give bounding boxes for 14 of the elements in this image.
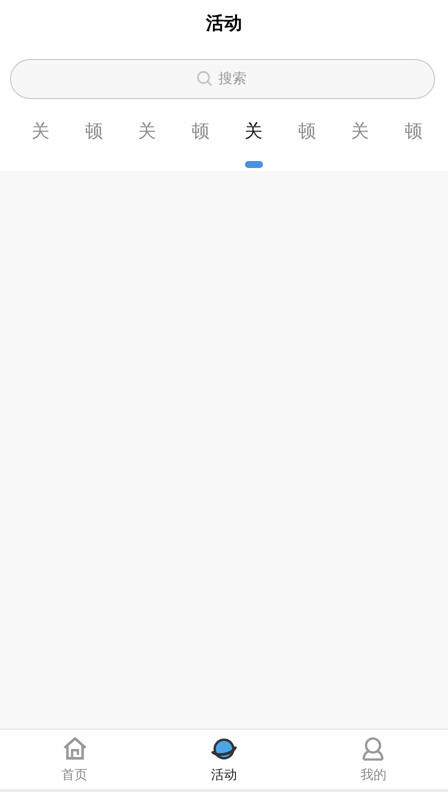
nav-tab[interactable]: 活动 <box>149 730 299 789</box>
tab[interactable]: 关 <box>334 119 387 171</box>
tab[interactable]: 顿 <box>280 119 334 171</box>
tab[interactable]: 关 <box>227 119 280 171</box>
tab[interactable]: 顿 <box>67 119 120 171</box>
tab[interactable]: 关 <box>14 119 68 171</box>
page-title: 活动 <box>206 12 242 34</box>
tab-indicator <box>244 161 263 168</box>
tab[interactable]: 关 <box>120 119 174 171</box>
tab[interactable]: 顿 <box>174 119 227 171</box>
nav-tab[interactable]: 我的 <box>298 730 448 789</box>
search-field[interactable]: 搜索 <box>10 59 435 99</box>
tab[interactable]: 顿 <box>386 119 440 171</box>
nav-tab[interactable]: 首页 <box>0 730 150 789</box>
